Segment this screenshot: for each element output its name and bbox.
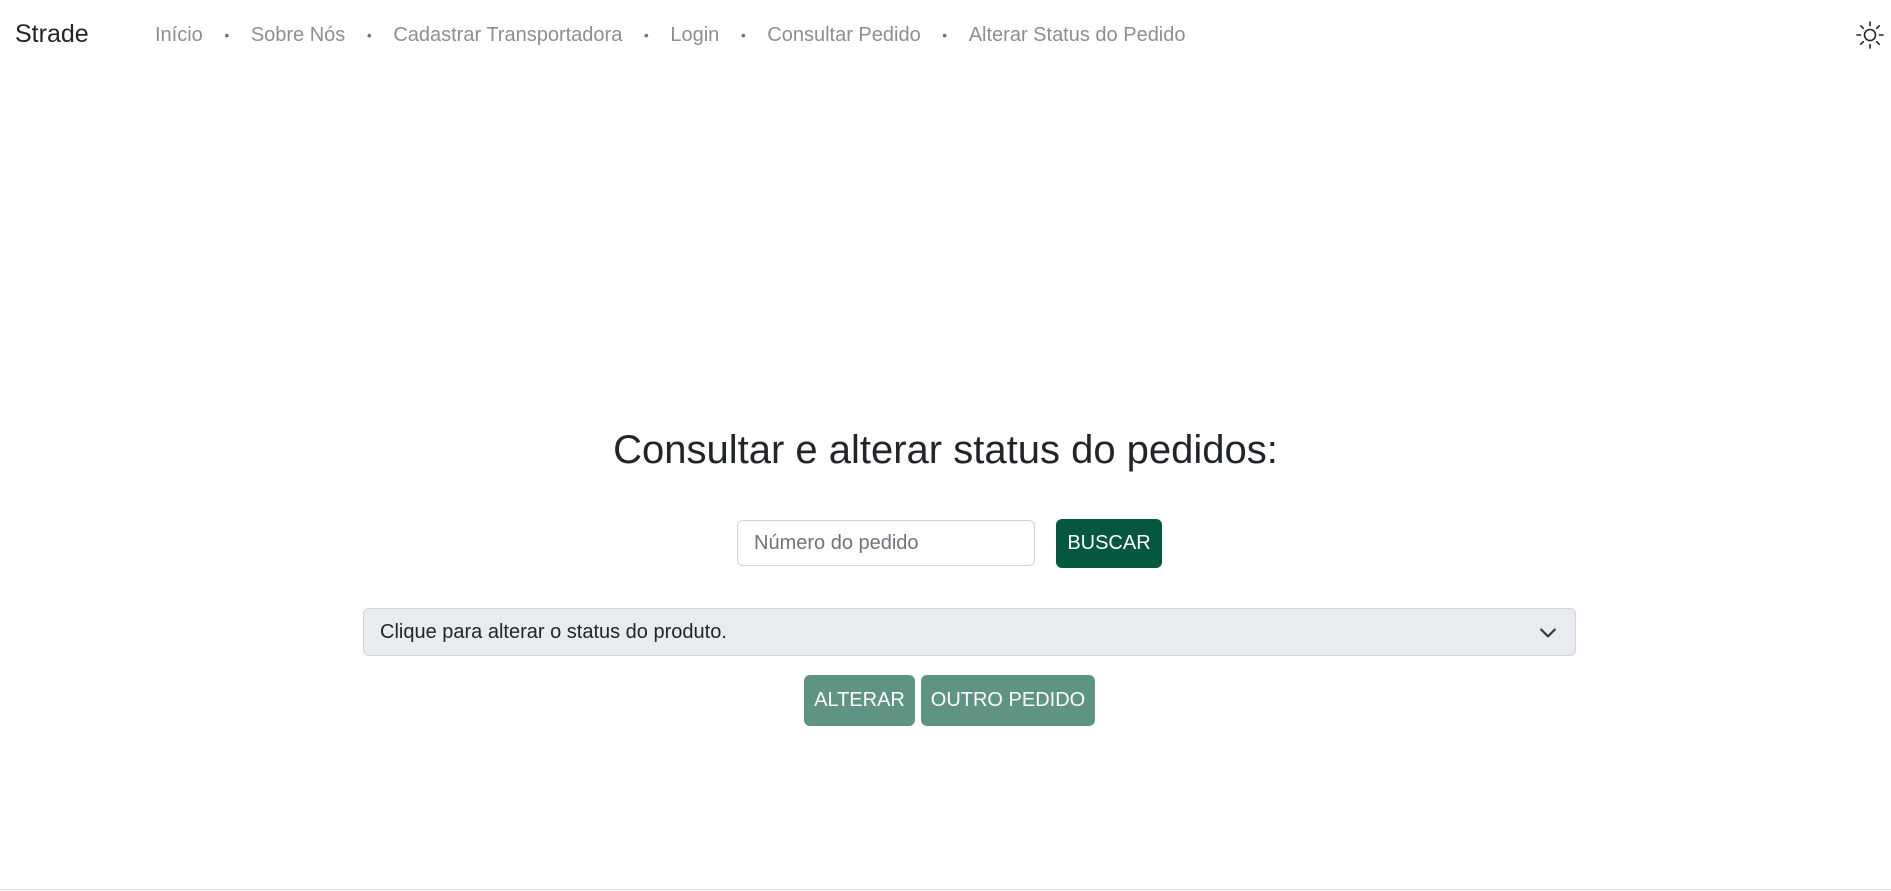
nav-link-sobre-nos[interactable]: Sobre Nós [251,21,346,49]
page-title: Consultar e alterar status do pedidos: [613,428,1278,472]
other-order-button[interactable]: OUTRO PEDIDO [921,675,1095,726]
brand-logo[interactable]: Strade [15,19,89,49]
nav-separator: • [942,27,948,43]
nav-separator: • [643,27,649,43]
sun-icon[interactable] [1855,20,1885,50]
nav-separator: • [224,27,230,43]
status-select-label: Clique para alterar o status do produto. [380,620,727,643]
nav-links: Início • Sobre Nós • Cadastrar Transport… [155,21,1186,49]
nav-link-consultar-pedido[interactable]: Consultar Pedido [767,21,920,49]
nav-separator: • [740,27,746,43]
search-button[interactable]: BUSCAR [1056,519,1162,568]
nav-link-inicio[interactable]: Início [155,21,203,49]
chevron-down-icon [1540,628,1556,638]
footer-divider [0,889,1891,890]
status-select[interactable]: Clique para alterar o status do produto. [363,608,1576,656]
nav-separator: • [366,27,372,43]
nav-link-login[interactable]: Login [670,21,719,49]
alter-button[interactable]: ALTERAR [804,675,915,726]
order-number-input[interactable] [737,520,1035,566]
navbar: Strade Início • Sobre Nós • Cadastrar Tr… [0,0,1891,70]
nav-link-alterar-status[interactable]: Alterar Status do Pedido [969,21,1186,49]
nav-link-cadastrar-transportadora[interactable]: Cadastrar Transportadora [393,21,622,49]
